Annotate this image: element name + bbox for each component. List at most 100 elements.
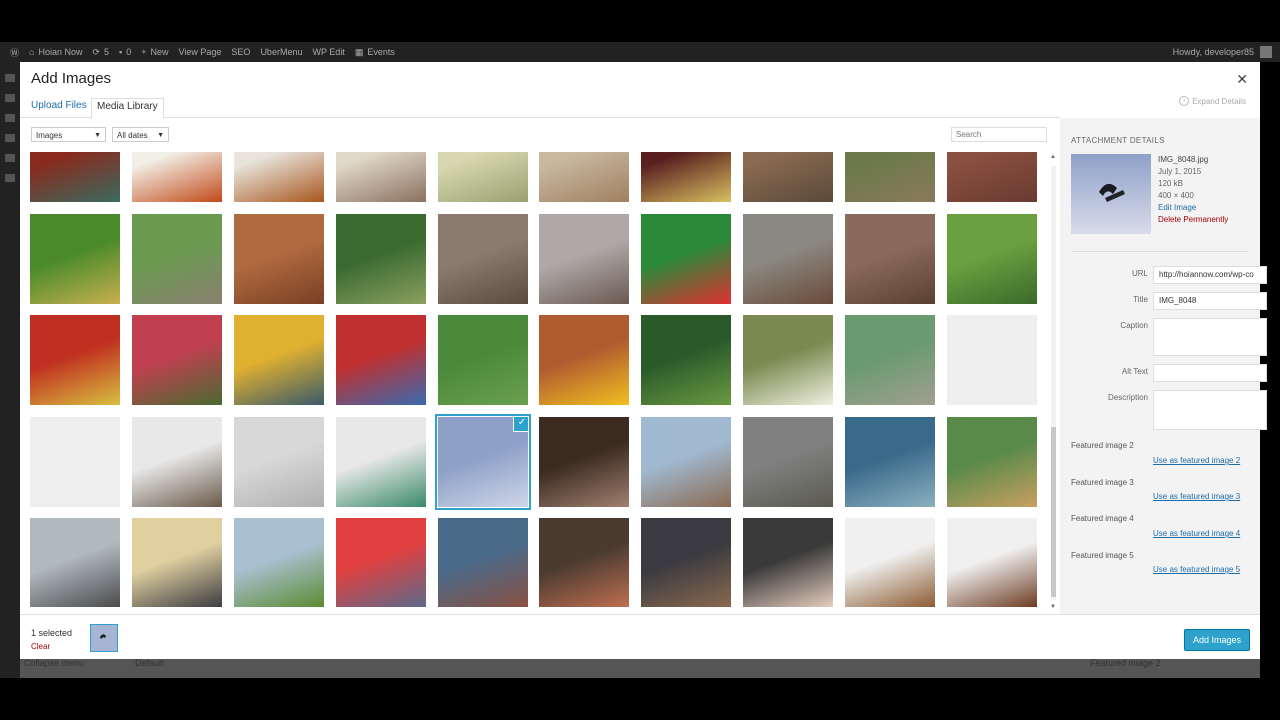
caption-textarea[interactable] [1153, 318, 1267, 356]
media-toolbar: Images ▼ All dates ▼ [20, 118, 1060, 152]
media-thumbnail[interactable] [539, 214, 629, 304]
wp-edit-link[interactable]: WP Edit [312, 47, 344, 57]
edit-image-link[interactable]: Edit Image [1158, 202, 1228, 214]
media-thumbnail[interactable] [438, 152, 528, 202]
media-thumbnail[interactable] [234, 214, 324, 304]
description-textarea[interactable] [1153, 390, 1267, 430]
seo-link[interactable]: SEO [231, 47, 250, 57]
media-thumbnail[interactable] [743, 152, 833, 202]
clear-selection-link[interactable]: Clear [31, 642, 50, 651]
media-thumbnail[interactable] [132, 417, 222, 507]
media-thumbnail[interactable] [743, 518, 833, 607]
media-thumbnail[interactable] [845, 417, 935, 507]
media-thumbnail[interactable] [539, 417, 629, 507]
media-thumbnail[interactable] [336, 214, 426, 304]
media-thumbnail[interactable] [132, 214, 222, 304]
site-name-link[interactable]: ⌂ Hoian Now [29, 47, 82, 57]
media-thumbnail[interactable] [947, 518, 1037, 607]
media-thumbnail[interactable] [641, 518, 731, 607]
media-thumbnail[interactable] [947, 417, 1037, 507]
media-thumbnail[interactable] [30, 152, 120, 202]
media-thumbnail[interactable] [845, 214, 935, 304]
media-thumbnail[interactable] [336, 417, 426, 507]
media-thumbnail[interactable] [132, 152, 222, 202]
scroll-thumb[interactable] [1051, 427, 1056, 597]
media-thumbnail[interactable] [947, 214, 1037, 304]
media-thumbnail[interactable] [743, 214, 833, 304]
title-field[interactable]: IMG_8048 [1153, 292, 1267, 310]
media-grid: ✓ [30, 152, 1052, 607]
add-images-button[interactable]: Add Images [1183, 629, 1250, 651]
scroll-up-icon[interactable]: ▲ [1050, 154, 1056, 160]
media-thumbnail[interactable] [438, 518, 528, 607]
media-thumbnail[interactable] [845, 152, 935, 202]
media-thumbnail[interactable] [30, 417, 120, 507]
use-featured-image-5-link[interactable]: Use as featured image 5 [1153, 565, 1240, 574]
wordpress-logo-icon[interactable]: Ⓦ [10, 46, 19, 59]
alt-text-field[interactable] [1153, 364, 1267, 382]
menu-icon [5, 114, 15, 122]
media-thumbnail[interactable] [743, 315, 833, 405]
media-thumbnail[interactable] [336, 152, 426, 202]
media-thumbnail[interactable] [234, 518, 324, 607]
dimensions: 400 × 400 [1158, 191, 1194, 200]
updates-link[interactable]: ⟳ 5 [92, 47, 109, 58]
selected-check-icon[interactable]: ✓ [513, 417, 528, 432]
media-thumbnail[interactable] [641, 417, 731, 507]
modal-title: Add Images [31, 70, 112, 87]
media-thumbnail[interactable] [234, 417, 324, 507]
media-thumbnail[interactable] [539, 315, 629, 405]
tab-media-library[interactable]: Media Library [91, 98, 164, 119]
use-featured-image-3-link[interactable]: Use as featured image 3 [1153, 492, 1240, 501]
default-text: Default [135, 658, 164, 668]
tab-upload-files[interactable]: Upload Files [26, 98, 92, 117]
selected-thumbnail[interactable] [90, 624, 118, 652]
search-input[interactable] [951, 127, 1047, 142]
scroll-down-icon[interactable]: ▼ [1050, 604, 1056, 610]
media-thumbnail[interactable] [438, 214, 528, 304]
date-filter-select[interactable]: All dates ▼ [112, 127, 169, 142]
media-thumbnail[interactable] [30, 315, 120, 405]
media-thumbnail[interactable] [438, 315, 528, 405]
media-thumbnail[interactable] [132, 518, 222, 607]
url-field[interactable]: http://hoiannow.com/wp-co [1153, 266, 1267, 284]
account-menu[interactable]: Howdy, developer85 [1173, 46, 1272, 58]
wp-admin-bar: Ⓦ ⌂ Hoian Now ⟳ 5 ▪ 0 + New View Page SE… [0, 42, 1280, 62]
media-thumbnail[interactable] [336, 315, 426, 405]
media-thumbnail[interactable] [132, 315, 222, 405]
media-thumbnail[interactable] [641, 152, 731, 202]
add-images-modal: Add Images ✕ Upload Files Media Library … [20, 62, 1267, 659]
media-thumbnail[interactable] [30, 214, 120, 304]
media-thumbnail[interactable] [845, 518, 935, 607]
media-thumbnail[interactable] [947, 315, 1037, 405]
media-thumbnail[interactable] [234, 315, 324, 405]
media-thumbnail[interactable]: ✓ [435, 414, 531, 510]
ubermenu-link[interactable]: UberMenu [260, 47, 302, 57]
close-icon[interactable]: ✕ [1236, 71, 1248, 88]
new-link[interactable]: + New [141, 47, 168, 57]
use-featured-image-4-link[interactable]: Use as featured image 4 [1153, 529, 1240, 538]
media-thumbnail[interactable] [947, 152, 1037, 202]
media-thumbnail[interactable] [336, 518, 426, 607]
media-thumbnail[interactable] [539, 152, 629, 202]
menu-icon [5, 94, 15, 102]
howdy-text: Howdy, developer85 [1172, 47, 1254, 57]
media-thumbnail[interactable] [234, 152, 324, 202]
delete-permanently-link[interactable]: Delete Permanently [1158, 214, 1228, 226]
type-filter-select[interactable]: Images ▼ [31, 127, 106, 142]
media-thumbnail[interactable] [641, 214, 731, 304]
media-thumbnail[interactable] [743, 417, 833, 507]
attachment-details-heading: ATTACHMENT DETAILS [1071, 136, 1165, 145]
media-thumbnail[interactable] [30, 518, 120, 607]
media-thumbnail[interactable] [539, 518, 629, 607]
avatar [1260, 46, 1272, 58]
modal-tabs: Upload Files Media Library [20, 94, 1060, 119]
comments-link[interactable]: ▪ 0 [119, 47, 131, 57]
expand-details-toggle[interactable]: ‹ Expand Details [1179, 96, 1246, 106]
media-thumbnail[interactable] [641, 315, 731, 405]
media-thumbnail[interactable] [845, 315, 935, 405]
grid-scrollbar[interactable]: ▲ ▼ [1049, 152, 1059, 614]
view-page-link[interactable]: View Page [179, 47, 222, 57]
events-link[interactable]: ▦ Events [355, 47, 395, 58]
use-featured-image-2-link[interactable]: Use as featured image 2 [1153, 456, 1240, 465]
